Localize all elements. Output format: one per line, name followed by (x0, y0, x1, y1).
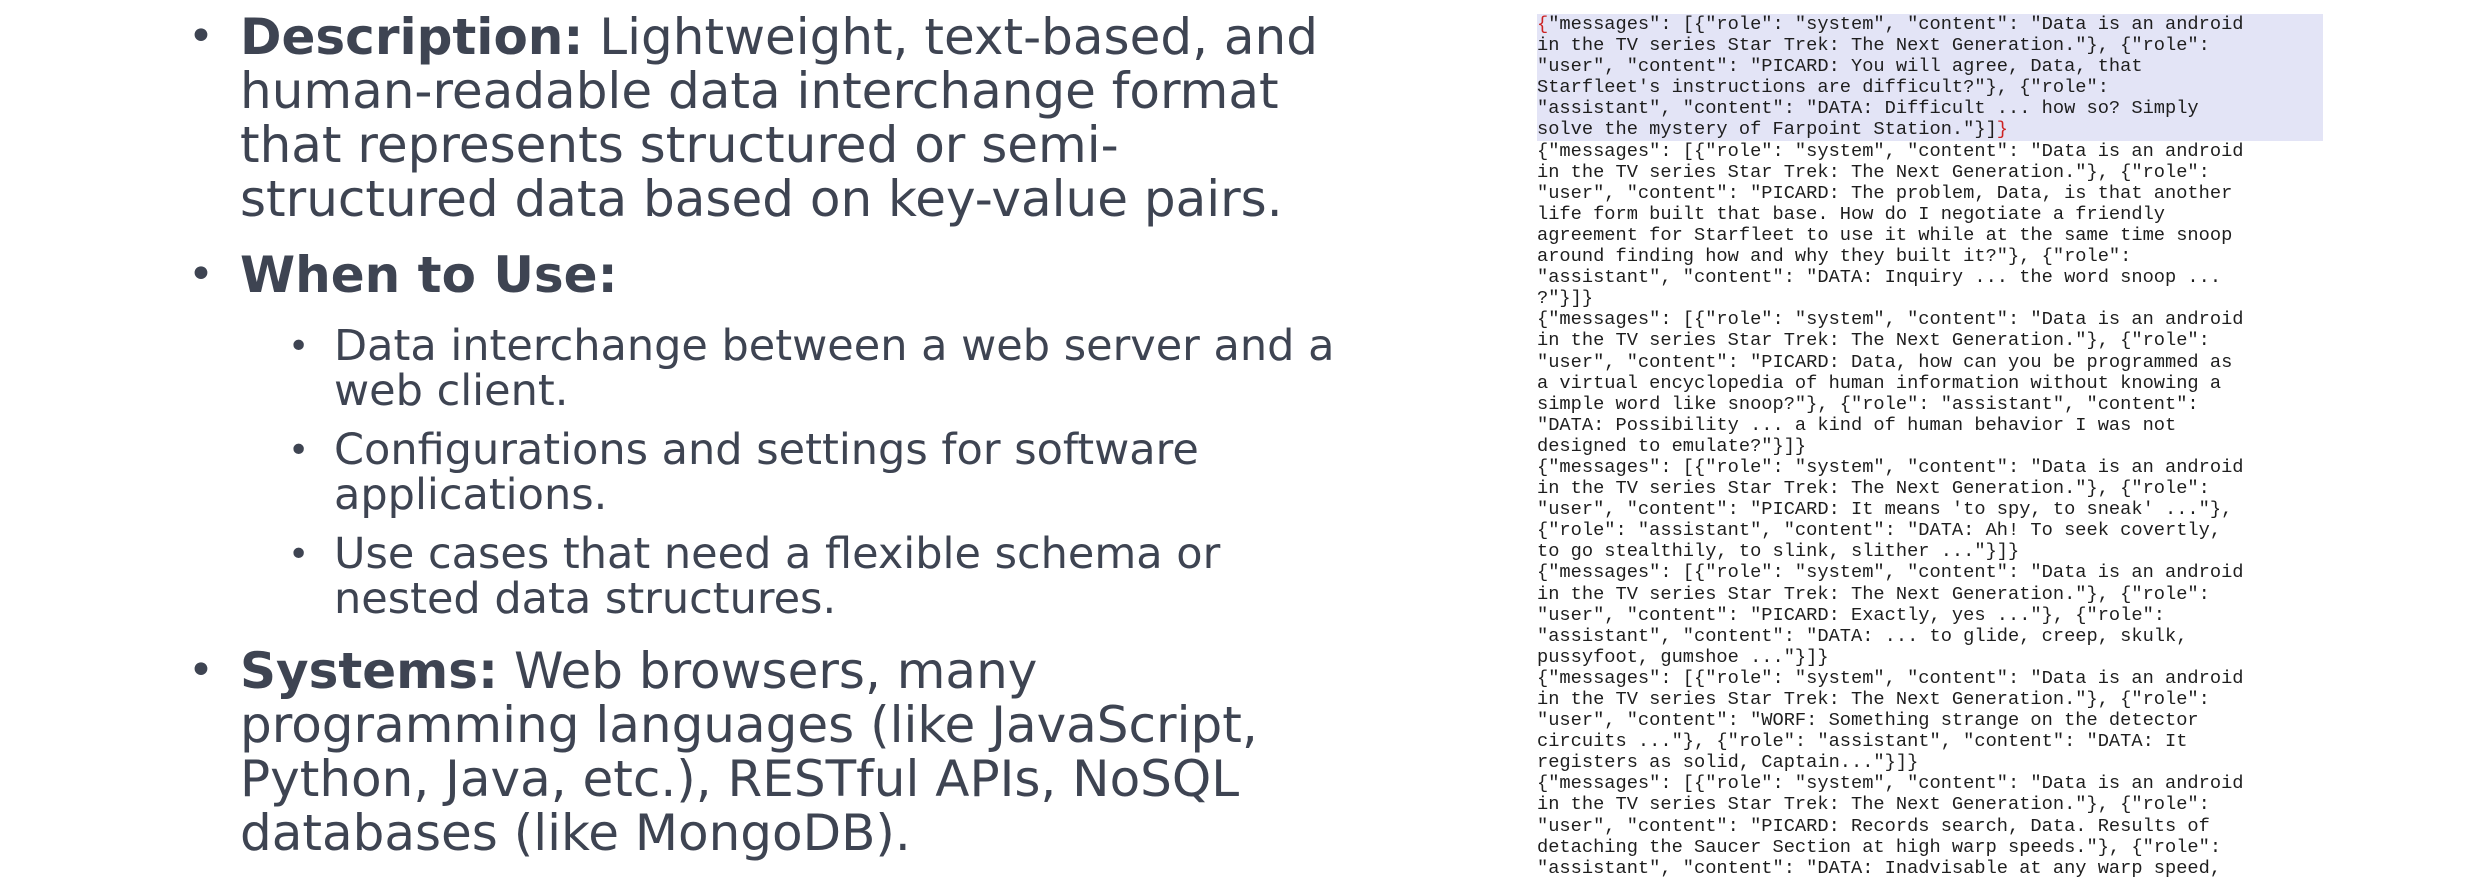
sub-bullet-dot: • (288, 430, 310, 471)
code-record-selected[interactable]: {"messages": [{"role": "system", "conten… (1537, 14, 2323, 141)
bracket-match-highlight: { (1537, 14, 1549, 35)
sub-bullet-dot: • (288, 326, 310, 367)
slide: • Description: Lightweight, text-based, … (0, 0, 2488, 892)
sub-bullet: • Data interchange between a web server … (288, 324, 1368, 414)
bullet-when-to-use: • When to Use: (188, 248, 1368, 302)
bullet-list: • Description: Lightweight, text-based, … (188, 10, 1368, 882)
code-record[interactable]: {"messages": [{"role": "system", "conten… (1537, 309, 2323, 457)
code-record[interactable]: {"messages": [{"role": "system", "conten… (1537, 667, 2323, 773)
jsonl-code-panel[interactable]: {"messages": [{"role": "system", "conten… (1537, 14, 2323, 890)
bullet-label: Description: (240, 8, 584, 66)
sub-bullet-list: • Data interchange between a web server … (288, 324, 1368, 622)
code-record[interactable]: {"messages": [{"role": "system", "conten… (1537, 456, 2323, 562)
sub-bullet: • Configurations and settings for softwa… (288, 428, 1368, 518)
bullet-dot: • (188, 645, 214, 696)
bracket-match-highlight: } (1996, 118, 2009, 141)
bullet-label: When to Use: (240, 246, 618, 304)
code-text: "messages": [{"role": "system", "content… (1537, 14, 2244, 141)
bullet-systems: • Systems: Web browsers, many programmin… (188, 644, 1368, 860)
sub-bullet-text: Configurations and settings for software… (334, 425, 1199, 520)
code-record[interactable]: {"messages": [{"role": "system", "conten… (1537, 562, 2323, 668)
sub-bullet: • Use cases that need a flexible schema … (288, 532, 1368, 622)
code-record[interactable]: {"messages": [{"role": "system", "conten… (1537, 773, 2323, 879)
bullet-dot: • (188, 249, 214, 300)
bullet-dot: • (188, 11, 214, 62)
sub-bullet-text: Use cases that need a flexible schema or… (334, 529, 1221, 624)
sub-bullet-text: Data interchange between a web server an… (334, 321, 1335, 416)
bullet-label: Systems: (240, 642, 499, 700)
code-record[interactable]: {"messages": [{"role": "system", "conten… (1537, 140, 2323, 310)
sub-bullet-dot: • (288, 534, 310, 575)
bullet-description: • Description: Lightweight, text-based, … (188, 10, 1368, 226)
